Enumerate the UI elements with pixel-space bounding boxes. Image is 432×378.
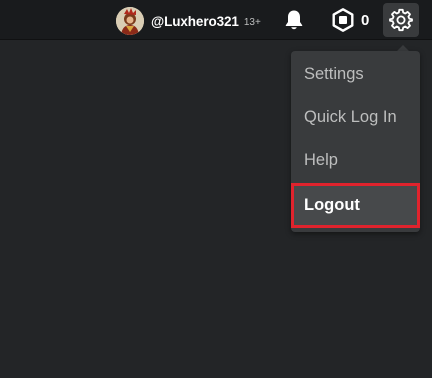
- settings-button[interactable]: [383, 3, 419, 37]
- robux-count: 0: [361, 11, 370, 29]
- menu-item-quick-log-in[interactable]: Quick Log In: [291, 96, 420, 139]
- bell-icon: [285, 10, 303, 30]
- settings-dropdown-menu: Settings Quick Log In Help Logout: [291, 51, 420, 232]
- robux-balance-button[interactable]: 0: [331, 8, 369, 32]
- menu-item-settings[interactable]: Settings: [291, 53, 420, 96]
- top-navigation-bar: @Luxhero321 13+ 0: [0, 0, 432, 40]
- avatar-image: [116, 7, 144, 35]
- robux-icon: [332, 8, 354, 32]
- menu-item-help[interactable]: Help: [291, 139, 420, 182]
- notifications-button[interactable]: [282, 8, 306, 32]
- age-badge: 13+: [243, 16, 261, 28]
- avatar[interactable]: [116, 7, 144, 35]
- user-profile-link[interactable]: @Luxhero321 13+: [116, 6, 261, 36]
- menu-item-logout[interactable]: Logout: [291, 183, 420, 228]
- gear-icon: [389, 8, 413, 32]
- username[interactable]: @Luxhero321: [151, 14, 239, 29]
